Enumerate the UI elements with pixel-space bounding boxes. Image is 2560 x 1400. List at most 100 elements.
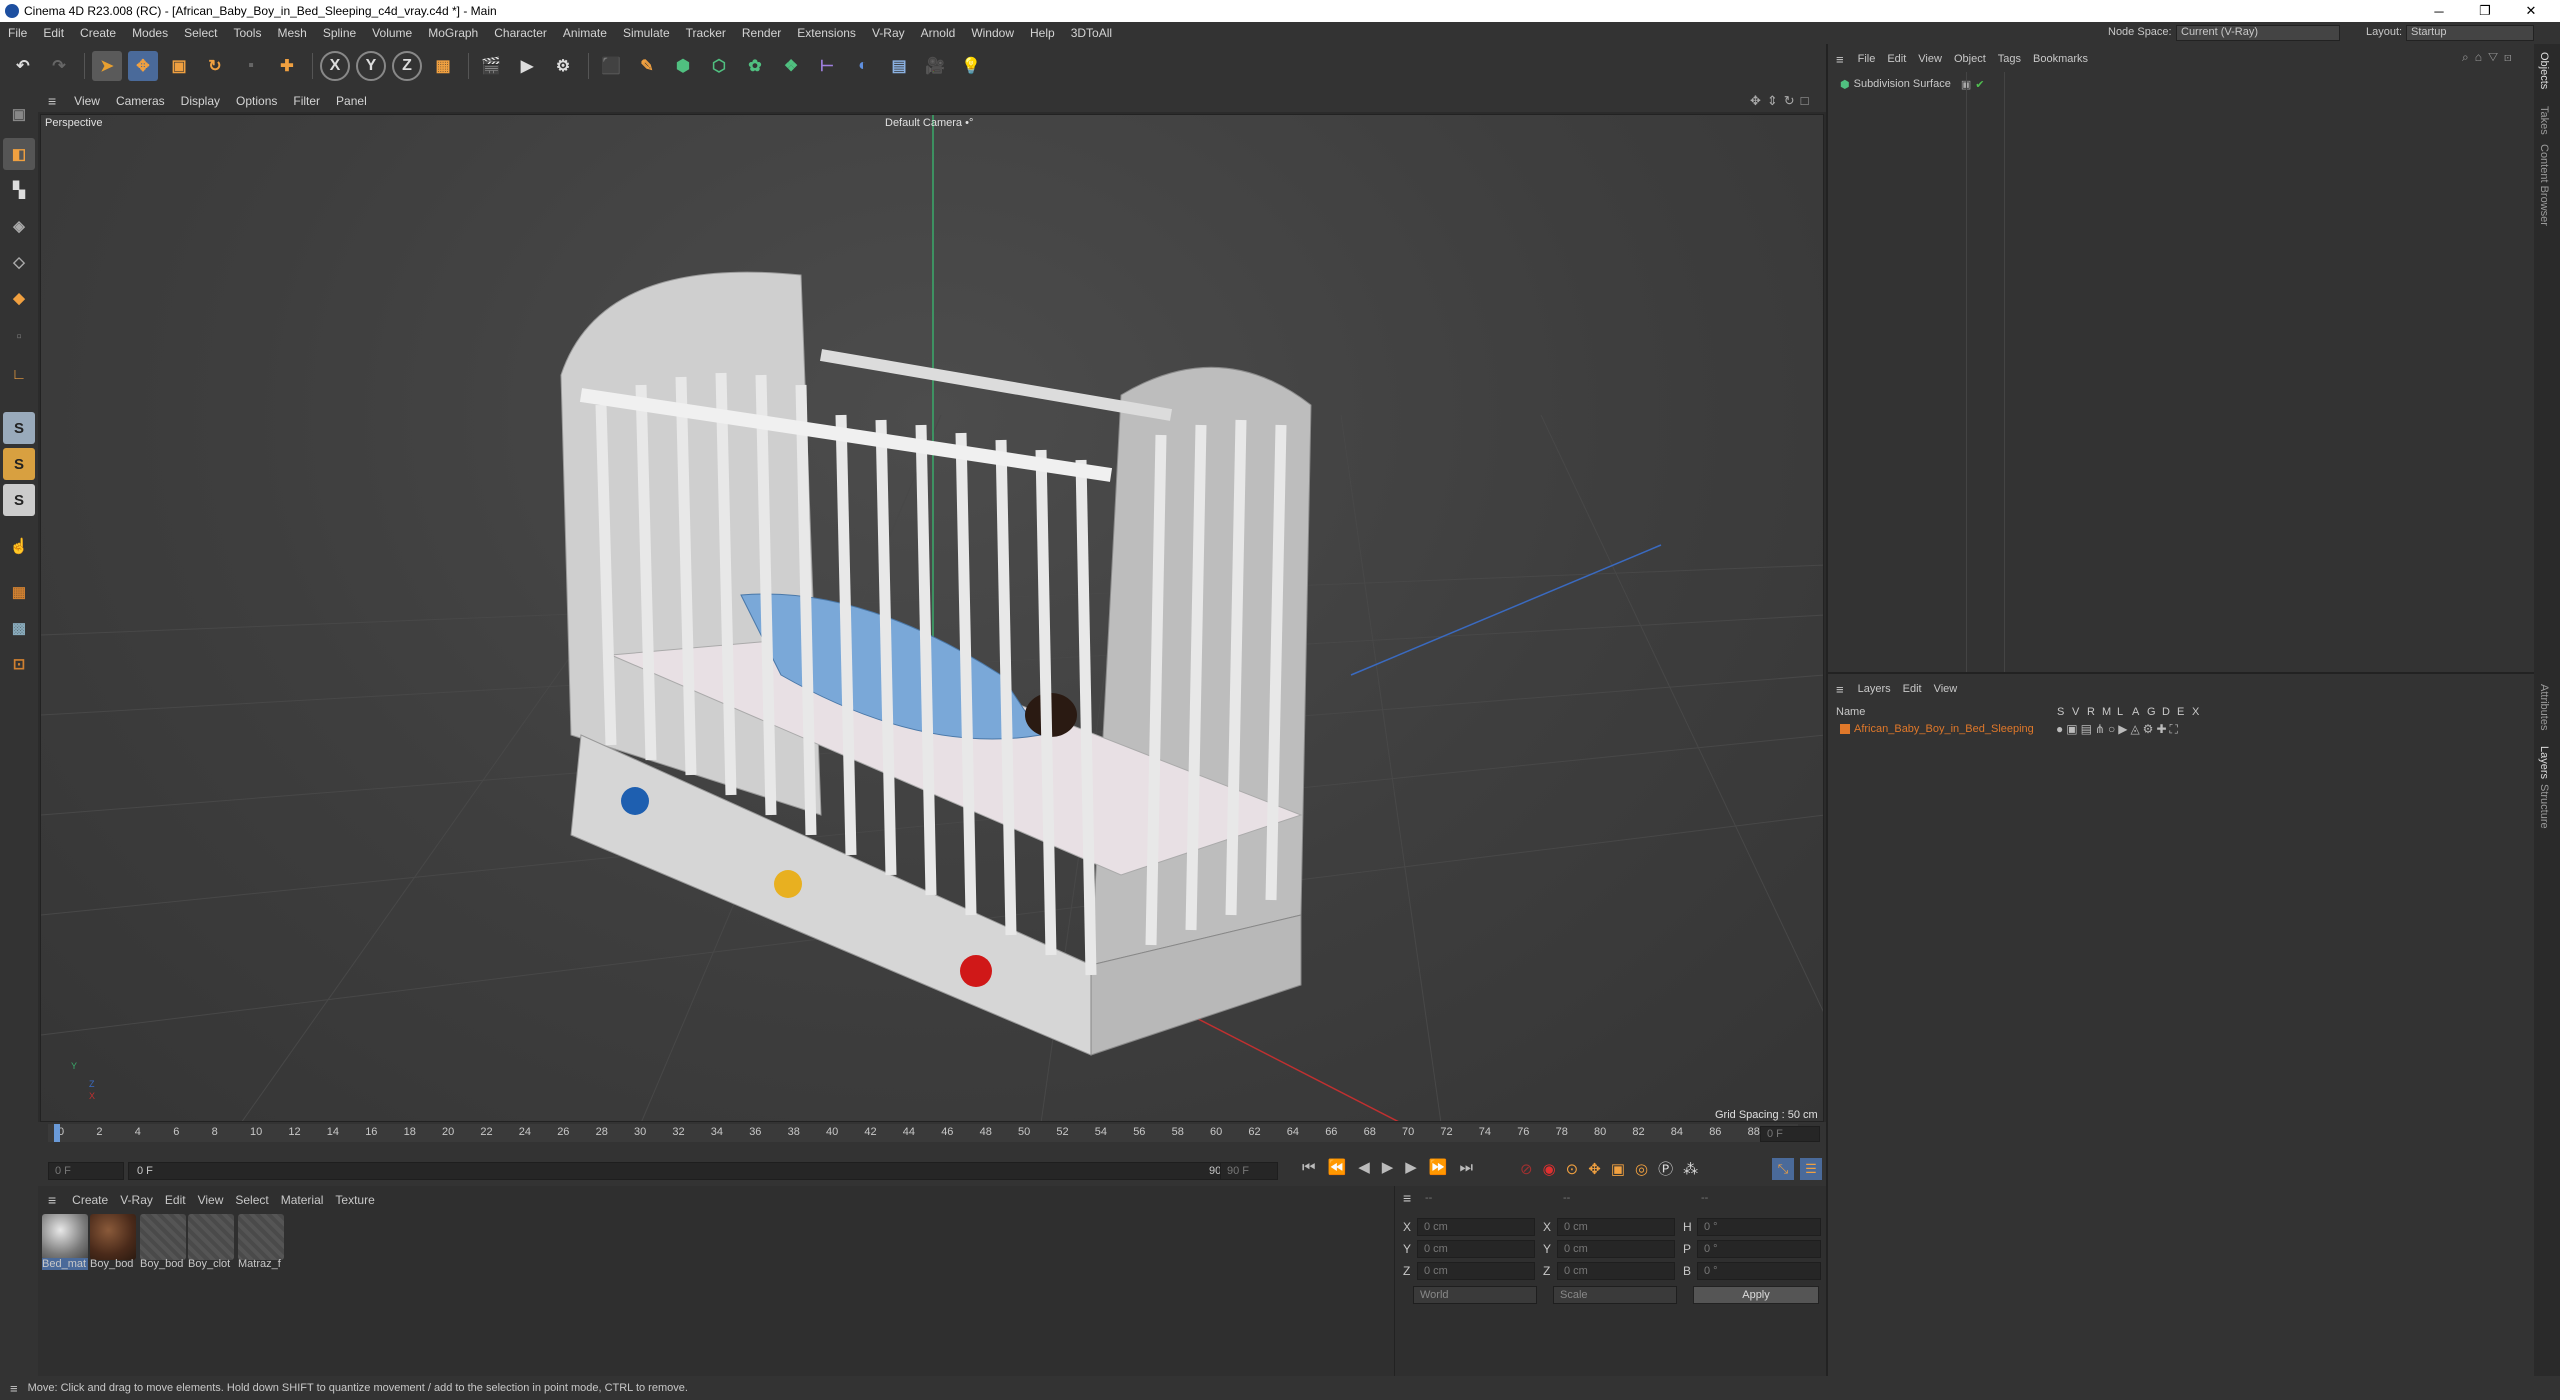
axis-mode-icon[interactable]: ▫: [3, 320, 35, 352]
material-hamburger-icon[interactable]: ≡: [38, 1192, 66, 1208]
object-name[interactable]: Subdivision Surface: [1854, 78, 1951, 90]
menu-spline[interactable]: Spline: [315, 26, 364, 40]
rotation-p-field[interactable]: 0 °: [1697, 1240, 1821, 1258]
z-axis-lock-button[interactable]: Z: [392, 51, 422, 81]
play-icon[interactable]: ▶: [1382, 1159, 1406, 1176]
viewport-menu-display[interactable]: Display: [173, 94, 228, 108]
objects-menu-bookmarks[interactable]: Bookmarks: [2027, 53, 2094, 65]
menu-vray[interactable]: V-Ray: [864, 26, 913, 40]
rotation-h-field[interactable]: 0 °: [1697, 1218, 1821, 1236]
scale-tool-icon[interactable]: ▣: [164, 51, 194, 81]
menu-render[interactable]: Render: [734, 26, 789, 40]
quantize-icon[interactable]: S: [3, 484, 35, 516]
render-region-icon[interactable]: 🎬: [476, 51, 506, 81]
position-key-icon[interactable]: ✥: [1588, 1161, 1611, 1178]
material-swatch[interactable]: [90, 1214, 136, 1260]
layers-flag-d[interactable]: D: [2162, 706, 2170, 718]
step-back-icon[interactable]: ◀: [1358, 1159, 1382, 1176]
redo-icon[interactable]: ↷: [44, 51, 74, 81]
objects-menu-view[interactable]: View: [1912, 53, 1948, 65]
layers-flag-g[interactable]: G: [2147, 706, 2156, 718]
texture-mode-icon[interactable]: ▚: [3, 174, 35, 206]
layers-hamburger-icon[interactable]: ≡: [1828, 682, 1852, 697]
viewport-menu-options[interactable]: Options: [228, 94, 285, 108]
floor-icon[interactable]: ▤: [884, 51, 914, 81]
playhead[interactable]: [54, 1124, 60, 1142]
keyframe-selection-icon[interactable]: ⊙: [1566, 1161, 1589, 1178]
close-button[interactable]: ✕: [2508, 0, 2554, 22]
minimize-button[interactable]: ─: [2416, 0, 2462, 22]
menu-window[interactable]: Window: [963, 26, 1022, 40]
current-frame-field[interactable]: 0 F: [1760, 1126, 1820, 1142]
material-menu-select[interactable]: Select: [229, 1193, 274, 1207]
autokey-icon[interactable]: ◉: [1543, 1161, 1566, 1178]
layout-dropdown[interactable]: Startup: [2406, 25, 2534, 41]
make-editable-icon[interactable]: ▣: [3, 98, 35, 130]
grid-texture-icon[interactable]: ▦: [3, 576, 35, 608]
cube-icon[interactable]: ⬛: [596, 51, 626, 81]
pla-key-icon[interactable]: ⁂: [1683, 1161, 1708, 1178]
layer-flag-icons[interactable]: ●▣▤⋔○▶◬⚙✚⛶: [2056, 722, 2181, 737]
menu-animate[interactable]: Animate: [555, 26, 615, 40]
material-menu-vray[interactable]: V-Ray: [114, 1193, 159, 1207]
layers-menu-view[interactable]: View: [1928, 683, 1964, 695]
live-selection-icon[interactable]: ➤: [92, 51, 122, 81]
material-menu-material[interactable]: Material: [275, 1193, 330, 1207]
layers-flag-x[interactable]: X: [2192, 706, 2199, 718]
field-icon[interactable]: ◐: [848, 51, 878, 81]
timeline-layout-icon[interactable]: ☰: [1800, 1158, 1822, 1180]
position-x-field[interactable]: 0 cm: [1417, 1218, 1535, 1236]
objects-menu-file[interactable]: File: [1852, 53, 1882, 65]
transform-mode-dropdown[interactable]: Scale: [1553, 1286, 1677, 1304]
layers-menu-edit[interactable]: Edit: [1897, 683, 1928, 695]
coordinate-system-icon[interactable]: ▦: [428, 51, 458, 81]
tab-takes[interactable]: Takes: [2538, 106, 2550, 135]
extrude-icon[interactable]: ⬡: [704, 51, 734, 81]
viewport-hamburger-icon[interactable]: ≡: [38, 93, 66, 109]
camera-icon[interactable]: 🎥: [920, 51, 950, 81]
layers-flag-r[interactable]: R: [2087, 706, 2095, 718]
tab-objects[interactable]: Objects: [2538, 52, 2550, 89]
points-mode-icon[interactable]: ◈: [3, 210, 35, 242]
object-row[interactable]: ⬢ Subdivision Surface ▣ ✔: [1832, 76, 1984, 92]
step-forward-icon[interactable]: ▶: [1405, 1159, 1429, 1176]
material-swatch[interactable]: [42, 1214, 88, 1260]
viewport-camera-name[interactable]: Default Camera •°: [885, 117, 973, 129]
menu-edit[interactable]: Edit: [35, 26, 72, 40]
model-mode-icon[interactable]: ◧: [3, 138, 35, 170]
material-swatch[interactable]: [188, 1214, 234, 1260]
previous-key-icon[interactable]: ⏪: [1328, 1159, 1359, 1176]
maximize-button[interactable]: ❐: [2462, 0, 2508, 22]
rotate-tool-icon[interactable]: ↻: [200, 51, 230, 81]
tab-structure[interactable]: Structure: [2538, 784, 2550, 829]
layers-menu-layers[interactable]: Layers: [1852, 683, 1897, 695]
menu-modes[interactable]: Modes: [124, 26, 176, 40]
tab-content-browser[interactable]: Content Browser: [2538, 144, 2550, 226]
apply-button[interactable]: Apply: [1693, 1286, 1819, 1304]
frame-range-slider[interactable]: 0 F 90 F: [128, 1162, 1238, 1180]
tweak-mode-icon[interactable]: ☝: [3, 530, 35, 562]
go-to-end-icon[interactable]: ⏭: [1460, 1159, 1486, 1176]
viewport-menu-filter[interactable]: Filter: [285, 94, 328, 108]
objects-hamburger-icon[interactable]: ≡: [1828, 52, 1852, 67]
material-swatch[interactable]: [238, 1214, 284, 1260]
menu-extensions[interactable]: Extensions: [789, 26, 864, 40]
move-tool-icon[interactable]: ✥: [128, 51, 158, 81]
deformer-icon[interactable]: ⊢: [812, 51, 842, 81]
objects-menu-edit[interactable]: Edit: [1881, 53, 1912, 65]
polygons-mode-icon[interactable]: ◆: [3, 282, 35, 314]
layers-flag-m[interactable]: M: [2102, 706, 2111, 718]
coordinate-mode-dropdown[interactable]: World: [1413, 1286, 1537, 1304]
viewport-navigation-icons[interactable]: ✥⇕↻□: [1750, 93, 1815, 109]
snap-icon[interactable]: S: [3, 412, 35, 444]
menu-file[interactable]: File: [0, 26, 35, 40]
menu-simulate[interactable]: Simulate: [615, 26, 678, 40]
status-hamburger-icon[interactable]: ≡: [0, 1381, 28, 1396]
menu-tracker[interactable]: Tracker: [678, 26, 734, 40]
menu-help[interactable]: Help: [1022, 26, 1063, 40]
menu-tools[interactable]: Tools: [225, 26, 269, 40]
record-icon[interactable]: ⊘: [1520, 1161, 1543, 1178]
layers-flag-e[interactable]: E: [2177, 706, 2184, 718]
layers-flag-s[interactable]: S: [2057, 706, 2064, 718]
material-menu-edit[interactable]: Edit: [159, 1193, 192, 1207]
